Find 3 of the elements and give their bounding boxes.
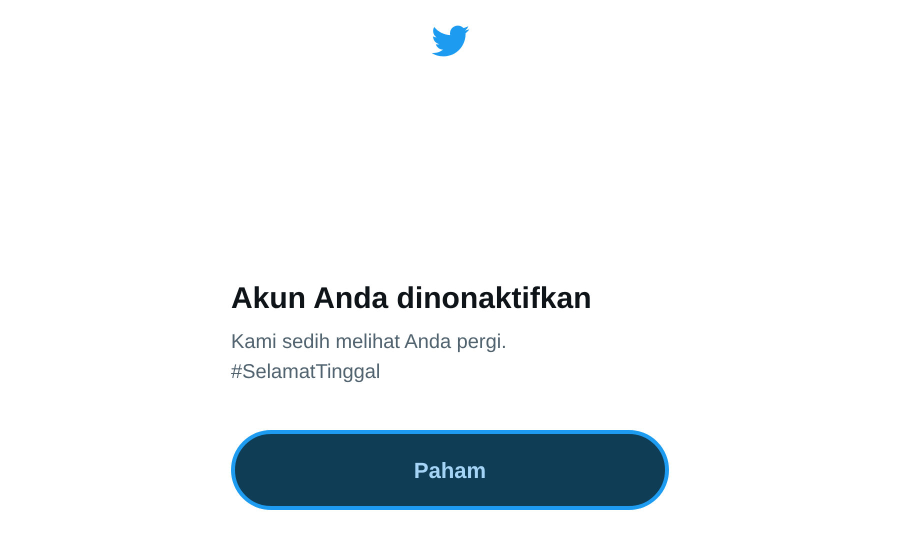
page-heading: Akun Anda dinonaktifkan — [231, 281, 593, 317]
confirm-button[interactable]: Paham — [231, 430, 669, 510]
message-text: Kami sedih melihat Anda pergi. #SelamatTinggal — [231, 330, 508, 385]
